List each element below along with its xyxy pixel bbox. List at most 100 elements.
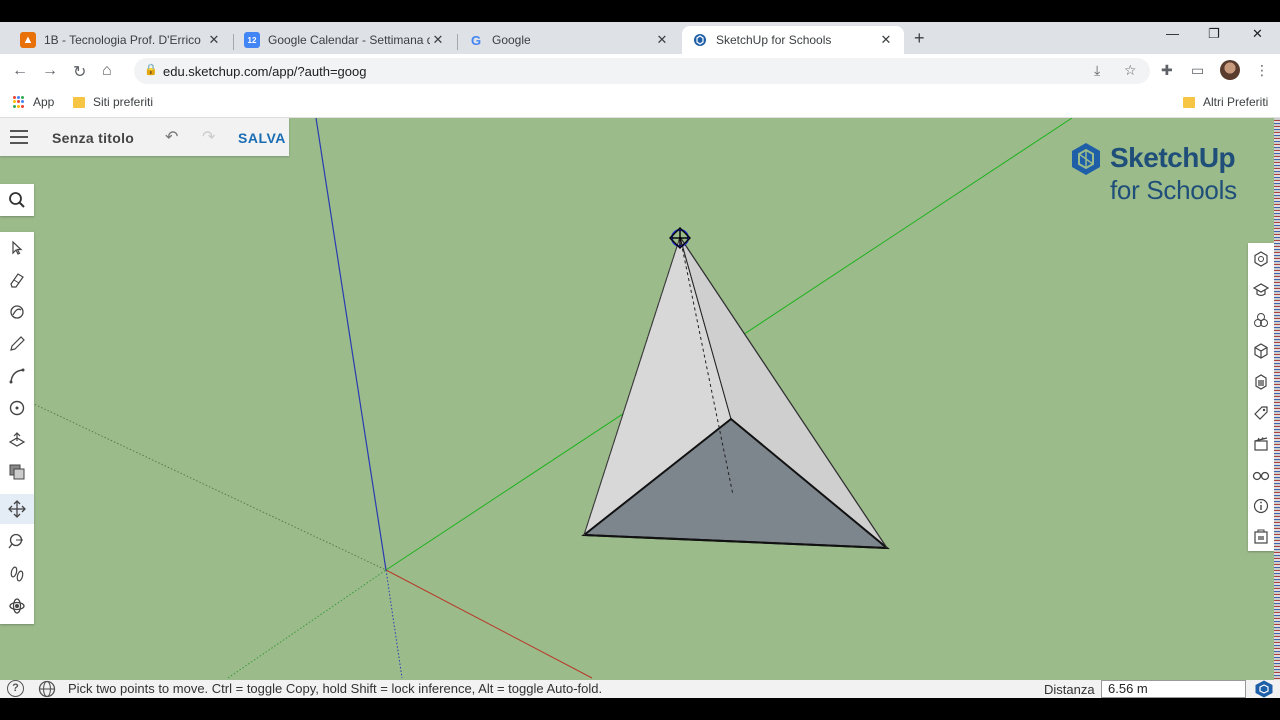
offset-icon <box>9 464 25 480</box>
globe-icon[interactable] <box>38 680 56 698</box>
url-text: edu.sketchup.com/app/?auth=goog <box>163 64 367 79</box>
bookmark-label: Siti preferiti <box>93 95 154 109</box>
distance-input[interactable]: 6.56 m <box>1101 680 1246 698</box>
model-info-button[interactable] <box>1248 491 1274 521</box>
address-bar[interactable]: 🔒 edu.sketchup.com/app/?auth=goog <box>134 58 1150 84</box>
pencil-tool-button[interactable] <box>0 329 34 359</box>
components-icon <box>1254 313 1268 327</box>
browser-menu-icon[interactable]: ⋮ <box>1255 62 1269 79</box>
outliner-icon <box>1254 529 1268 544</box>
back-button[interactable]: ← <box>12 62 28 80</box>
search-button[interactable] <box>0 184 34 216</box>
hamburger-menu-icon[interactable] <box>10 130 28 148</box>
browser-toolbar: ← → ↻ ⌂ 🔒 edu.sketchup.com/app/?auth=goo… <box>0 54 1280 88</box>
entity-info-button[interactable] <box>1248 244 1274 274</box>
paint-bucket-icon <box>10 305 24 319</box>
profile-avatar[interactable] <box>1220 60 1240 80</box>
scene-canvas[interactable] <box>0 118 1274 680</box>
red-axis-negative <box>0 387 387 571</box>
tab-close-icon[interactable]: ✕ <box>206 32 222 48</box>
eraser-tool-button[interactable] <box>0 265 34 295</box>
cube-icon <box>1254 343 1268 359</box>
styles-icon <box>1255 374 1267 390</box>
pencil-icon <box>10 336 25 351</box>
walk-tool-button[interactable] <box>0 559 34 589</box>
eraser-icon <box>10 273 24 288</box>
graduation-cap-icon <box>1253 283 1269 297</box>
move-tool-button[interactable] <box>0 494 34 524</box>
tab-google-calendar[interactable]: 12 Google Calendar - Settimana del ✕ <box>234 26 456 54</box>
arc-tool-button[interactable] <box>0 361 34 391</box>
sketchup-favicon-icon <box>692 32 708 48</box>
offset-tool-button[interactable] <box>0 457 34 487</box>
help-icon[interactable]: ? <box>7 680 24 697</box>
styles-button[interactable] <box>1248 367 1274 397</box>
circle-tool-button[interactable] <box>0 393 34 423</box>
cast-icon[interactable]: ▭ <box>1191 62 1204 79</box>
tape-measure-icon <box>8 533 23 549</box>
orbit-tool-button[interactable] <box>0 591 34 621</box>
browser-tab-strip: ▲ 1B - Tecnologia Prof. D'Errico ✕ 12 Go… <box>0 22 1280 54</box>
google-favicon-icon: G <box>470 32 482 48</box>
components-button[interactable] <box>1248 305 1274 335</box>
undo-button[interactable]: ↶ <box>165 127 178 147</box>
document-header: Senza titolo ↶ ↷ SALVA <box>0 118 289 156</box>
right-panel-toolbar <box>1248 243 1274 551</box>
sketchup-for-schools-logo: SketchUp for Schools <box>1070 142 1237 205</box>
forward-button[interactable]: → <box>42 62 58 80</box>
tab-close-icon[interactable]: ✕ <box>878 32 894 48</box>
entity-info-icon <box>1254 251 1268 267</box>
tab-google[interactable]: G Google ✕ <box>458 26 680 54</box>
model-viewport[interactable] <box>0 118 1274 680</box>
select-tool-button[interactable] <box>0 233 34 263</box>
reload-button[interactable]: ↻ <box>73 62 86 82</box>
move-icon <box>8 500 26 518</box>
folder-icon <box>1183 96 1195 108</box>
document-title[interactable]: Senza titolo <box>52 130 134 146</box>
tab-close-icon[interactable]: ✕ <box>430 32 446 48</box>
tab-sketchup[interactable]: SketchUp for Schools ✕ <box>682 26 904 54</box>
home-button[interactable]: ⌂ <box>102 62 112 80</box>
tab-close-icon[interactable]: ✕ <box>654 32 670 48</box>
paint-bucket-tool-button[interactable] <box>0 297 34 327</box>
save-button[interactable]: SALVA <box>238 130 286 146</box>
install-app-icon[interactable]: ⤓ <box>1094 62 1100 79</box>
bookmark-siti-preferiti[interactable]: Siti preferiti <box>73 95 153 109</box>
clapperboard-icon <box>1254 437 1268 451</box>
new-tab-button[interactable]: + <box>914 28 925 49</box>
scenes-button[interactable] <box>1248 429 1274 459</box>
bookmark-star-icon[interactable]: ☆ <box>1124 62 1137 79</box>
bookmarks-bar: App Siti preferiti Altri Preferiti <box>0 88 1280 118</box>
push-pull-tool-button[interactable] <box>0 425 34 455</box>
status-message: Pick two points to move. Ctrl = toggle C… <box>68 681 603 696</box>
bookmark-altri-preferiti[interactable]: Altri Preferiti <box>1183 95 1268 109</box>
tab-title: Google <box>492 33 531 47</box>
circle-icon <box>9 400 25 416</box>
extensions-icon[interactable]: ✚ <box>1161 62 1173 79</box>
display-button[interactable] <box>1248 460 1274 490</box>
blue-axis-negative <box>385 569 403 679</box>
outliner-button[interactable] <box>1248 521 1274 551</box>
footprints-icon <box>10 566 24 582</box>
bookmark-label: Altri Preferiti <box>1203 95 1269 109</box>
select-arrow-icon <box>12 240 23 255</box>
redo-button[interactable]: ↷ <box>202 127 215 147</box>
bookmark-apps[interactable]: App <box>13 95 54 109</box>
minimize-button[interactable]: — <box>1166 26 1179 41</box>
push-pull-icon <box>8 432 26 447</box>
materials-button[interactable] <box>1248 336 1274 366</box>
instructor-button[interactable] <box>1248 275 1274 305</box>
tab-tecnologia[interactable]: ▲ 1B - Tecnologia Prof. D'Errico ✕ <box>10 26 232 54</box>
move-cursor-icon <box>669 227 691 249</box>
search-icon <box>9 192 25 208</box>
rotate-tool-button[interactable] <box>0 526 34 556</box>
tab-title: Google Calendar - Settimana del <box>268 33 430 47</box>
tags-button[interactable] <box>1248 398 1274 428</box>
distance-label: Distanza <box>1044 682 1095 697</box>
tab-title: 1B - Tecnologia Prof. D'Errico <box>44 33 201 47</box>
restore-button[interactable]: ❐ <box>1208 26 1220 42</box>
orbit-icon <box>9 598 25 614</box>
window-close-button[interactable]: ✕ <box>1252 26 1263 42</box>
calendar-favicon-icon: 12 <box>244 32 260 48</box>
red-axis <box>385 569 593 679</box>
